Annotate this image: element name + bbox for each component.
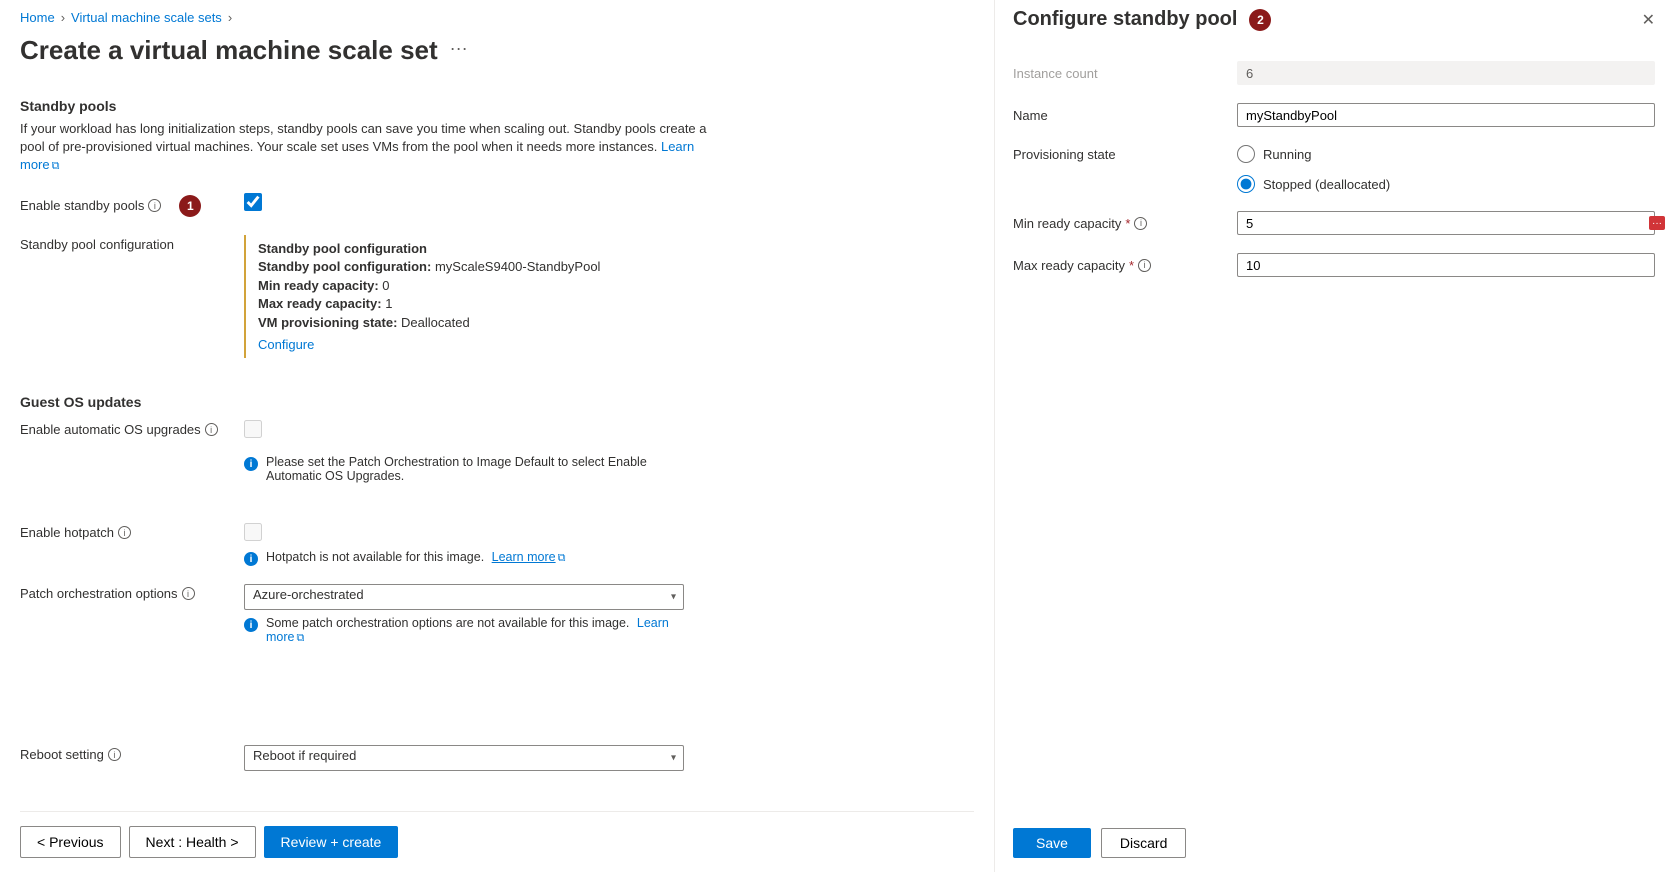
validation-flag-icon[interactable]: ···: [1649, 216, 1665, 230]
cfg-max-val: 1: [385, 296, 392, 311]
callout-badge-2: 2: [1249, 9, 1271, 31]
auto-upgrade-info: Please set the Patch Orchestration to Im…: [266, 455, 684, 483]
standby-heading: Standby pools: [20, 98, 974, 114]
reboot-label: Reboot setting: [20, 747, 104, 762]
info-badge-icon: i: [244, 618, 258, 632]
breadcrumb-home[interactable]: Home: [20, 10, 55, 25]
page-title: Create a virtual machine scale set: [20, 35, 438, 66]
wizard-footer: < Previous Next : Health > Review + crea…: [20, 811, 974, 872]
enable-standby-checkbox[interactable]: [244, 193, 262, 211]
cfg-state-val: Deallocated: [401, 315, 470, 330]
info-badge-icon: i: [244, 457, 258, 471]
callout-badge-1: 1: [179, 195, 201, 217]
cfg-config-val: myScaleS9400-StandbyPool: [435, 259, 601, 274]
radio-stopped-label: Stopped (deallocated): [1263, 177, 1390, 192]
main-panel: Home › Virtual machine scale sets › Crea…: [0, 0, 994, 872]
hotpatch-checkbox[interactable]: [244, 523, 262, 541]
cfg-min-key: Min ready capacity:: [258, 278, 379, 293]
instance-count-label: Instance count: [1013, 66, 1237, 81]
auto-upgrade-label: Enable automatic OS upgrades: [20, 422, 201, 437]
configure-link[interactable]: Configure: [258, 337, 314, 352]
next-button[interactable]: Next : Health >: [129, 826, 256, 858]
review-create-button[interactable]: Review + create: [264, 826, 399, 858]
standby-config-label: Standby pool configuration: [20, 237, 174, 252]
more-menu-icon[interactable]: ···: [450, 38, 468, 59]
discard-button[interactable]: Discard: [1101, 828, 1186, 858]
auto-upgrade-checkbox[interactable]: [244, 420, 262, 438]
save-button[interactable]: Save: [1013, 828, 1091, 858]
external-link-icon: ⧉: [52, 160, 60, 172]
min-capacity-label: Min ready capacity: [1013, 216, 1121, 231]
radio-running-input[interactable]: [1237, 145, 1255, 163]
external-link-icon: ⧉: [558, 552, 566, 564]
cfg-min-val: 0: [382, 278, 389, 293]
reboot-setting-select[interactable]: Reboot if required: [244, 745, 684, 771]
info-icon[interactable]: i: [1134, 217, 1147, 230]
provisioning-state-label: Provisioning state: [1013, 145, 1237, 162]
hotpatch-info: Hotpatch is not available for this image…: [266, 550, 484, 564]
breadcrumb: Home › Virtual machine scale sets ›: [20, 10, 974, 25]
breadcrumb-vmss[interactable]: Virtual machine scale sets: [71, 10, 222, 25]
flyout-title: Configure standby pool: [1013, 8, 1237, 31]
hotpatch-label: Enable hotpatch: [20, 525, 114, 540]
patch-orchestration-select[interactable]: Azure-orchestrated: [244, 584, 684, 610]
standby-description: If your workload has long initialization…: [20, 120, 720, 175]
instance-count-input: [1237, 61, 1655, 85]
name-input[interactable]: [1237, 103, 1655, 127]
info-badge-icon: i: [244, 552, 258, 566]
info-icon[interactable]: i: [148, 199, 161, 212]
name-label: Name: [1013, 108, 1237, 123]
hotpatch-learn-more-link[interactable]: Learn more: [492, 550, 556, 564]
standby-config-box: Standby pool configuration Standby pool …: [244, 235, 684, 358]
enable-standby-label: Enable standby pools: [20, 198, 144, 213]
flyout-panel: Configure standby pool 2 ✕ Instance coun…: [994, 0, 1673, 872]
patch-info: Some patch orchestration options are not…: [266, 616, 629, 630]
close-icon[interactable]: ✕: [1642, 10, 1655, 30]
info-icon[interactable]: i: [182, 587, 195, 600]
info-icon[interactable]: i: [118, 526, 131, 539]
external-link-icon: ⧉: [296, 632, 304, 644]
info-icon[interactable]: i: [108, 748, 121, 761]
info-icon[interactable]: i: [205, 423, 218, 436]
radio-running[interactable]: Running: [1237, 145, 1655, 163]
info-icon[interactable]: i: [1138, 259, 1151, 272]
radio-running-label: Running: [1263, 147, 1311, 162]
min-capacity-input[interactable]: [1237, 211, 1655, 235]
guest-heading: Guest OS updates: [20, 394, 974, 410]
radio-stopped-input[interactable]: [1237, 175, 1255, 193]
required-asterisk: *: [1129, 258, 1134, 273]
radio-stopped[interactable]: Stopped (deallocated): [1237, 175, 1655, 193]
cfg-max-key: Max ready capacity:: [258, 296, 382, 311]
config-box-title: Standby pool configuration: [258, 241, 684, 256]
chevron-right-icon: ›: [228, 10, 232, 25]
previous-button[interactable]: < Previous: [20, 826, 121, 858]
cfg-state-key: VM provisioning state:: [258, 315, 397, 330]
cfg-config-key: Standby pool configuration:: [258, 259, 431, 274]
chevron-right-icon: ›: [61, 10, 65, 25]
patch-orchestration-label: Patch orchestration options: [20, 586, 178, 601]
required-asterisk: *: [1125, 216, 1130, 231]
max-capacity-input[interactable]: [1237, 253, 1655, 277]
max-capacity-label: Max ready capacity: [1013, 258, 1125, 273]
